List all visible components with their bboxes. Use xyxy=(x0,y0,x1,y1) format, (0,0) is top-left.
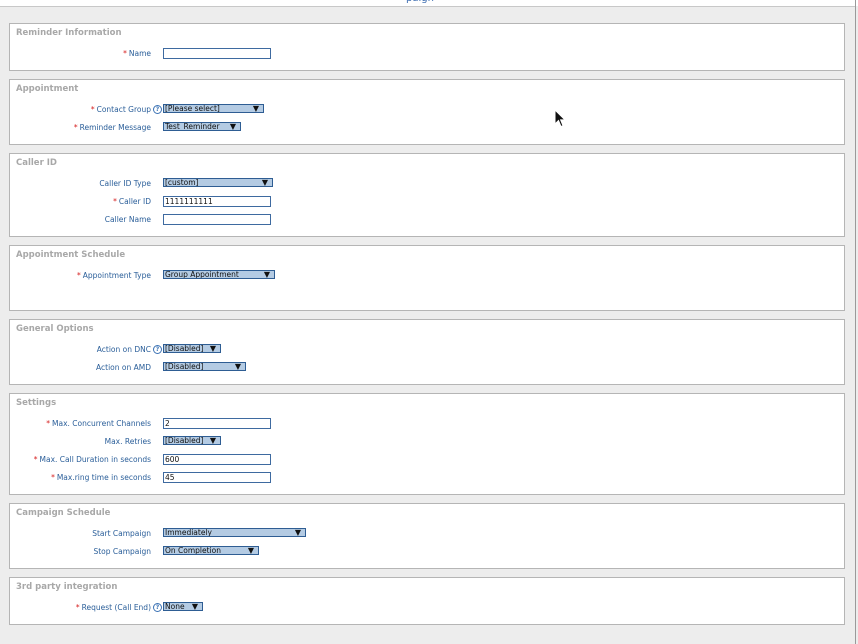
row-name: * Name xyxy=(10,48,844,60)
section-appointment: Appointment * Contact Group ? [Please sel… xyxy=(9,79,845,145)
max-channels-input[interactable]: 2 xyxy=(163,418,271,429)
required-marker: * xyxy=(123,49,127,58)
section-legend: Caller ID xyxy=(16,158,57,168)
action-amd-label: Action on AMD xyxy=(96,363,151,372)
row-max-channels: * Max. Concurrent Channels 2 xyxy=(10,418,844,430)
row-max-retries: Max. Retries [Disabled] ▼ xyxy=(10,436,844,448)
dropdown-arrow-icon: ▼ xyxy=(191,602,198,611)
section-legend: 3rd party integration xyxy=(16,582,118,592)
caller-name-label: Caller Name xyxy=(104,215,151,224)
action-dnc-select[interactable]: [Disabled] ▼ xyxy=(163,344,221,353)
section-legend: Appointment Schedule xyxy=(16,250,126,260)
max-ring-input[interactable]: 45 xyxy=(163,472,271,483)
dropdown-arrow-icon: ▼ xyxy=(209,344,216,353)
dropdown-arrow-icon: ▼ xyxy=(247,546,254,555)
max-retries-label: Max. Retries xyxy=(104,437,151,446)
required-marker: * xyxy=(73,123,78,132)
row-appointment-type: * Appointment Type Group Appointment ▼ xyxy=(10,270,844,282)
help-icon[interactable]: ? xyxy=(153,345,162,354)
section-third-party-integration: 3rd party integration * Request (Call End… xyxy=(9,577,845,625)
row-action-amd: Action on AMD [Disabled] ▼ xyxy=(10,362,844,374)
row-max-duration: * Max. Call Duration in seconds 600 xyxy=(10,454,844,466)
section-caller-id: Caller ID Caller ID Type [custom] ▼ * Call… xyxy=(9,153,845,237)
top-bar-link[interactable]: paign xyxy=(406,0,434,4)
stop-campaign-label: Stop Campaign xyxy=(93,547,151,556)
max-duration-input[interactable]: 600 xyxy=(163,454,271,465)
required-marker: * xyxy=(75,603,80,612)
dropdown-arrow-icon: ▼ xyxy=(229,122,236,131)
max-channels-label: * Max. Concurrent Channels xyxy=(46,419,151,428)
appointment-type-label: * Appointment Type xyxy=(77,271,151,280)
row-action-dnc: Action on DNC ? [Disabled] ▼ xyxy=(10,344,844,356)
caller-id-type-label: Caller ID Type xyxy=(99,179,151,188)
start-campaign-select[interactable]: Immediately ▼ xyxy=(163,528,306,537)
required-marker: * xyxy=(113,197,117,206)
reminder-message-label: * Reminder Message xyxy=(73,123,151,132)
section-settings: Settings * Max. Concurrent Channels 2 Max… xyxy=(9,393,845,495)
scrollbar-edge xyxy=(855,0,856,644)
dropdown-arrow-icon: ▼ xyxy=(261,178,268,187)
request-call-end-select[interactable]: None ▼ xyxy=(163,602,203,611)
caller-name-input[interactable] xyxy=(163,214,271,225)
required-marker: * xyxy=(51,473,55,482)
dropdown-arrow-icon: ▼ xyxy=(252,104,259,113)
reminder-message-select[interactable]: Test_Reminder ▼ xyxy=(163,122,241,131)
section-legend: Campaign Schedule xyxy=(16,508,111,518)
name-input[interactable] xyxy=(163,48,271,59)
dropdown-arrow-icon: ▼ xyxy=(234,362,241,371)
required-marker: * xyxy=(46,419,50,428)
section-legend: General Options xyxy=(16,324,94,334)
row-caller-id-type: Caller ID Type [custom] ▼ xyxy=(10,178,844,190)
max-ring-label: * Max.ring time in seconds xyxy=(51,473,151,482)
row-caller-name: Caller Name xyxy=(10,214,844,226)
row-request-call-end: * Request (Call End) ? None ▼ xyxy=(10,602,844,614)
help-icon[interactable]: ? xyxy=(153,105,162,114)
action-amd-select[interactable]: [Disabled] ▼ xyxy=(163,362,246,371)
appointment-type-select[interactable]: Group Appointment ▼ xyxy=(163,270,275,279)
mouse-cursor-icon xyxy=(554,109,566,128)
contact-group-select[interactable]: [Please select] ▼ xyxy=(163,104,264,113)
start-campaign-label: Start Campaign xyxy=(92,529,151,538)
action-dnc-label: Action on DNC xyxy=(96,345,151,354)
required-marker: * xyxy=(77,271,81,280)
help-icon[interactable]: ? xyxy=(153,603,162,612)
row-max-ring: * Max.ring time in seconds 45 xyxy=(10,472,844,484)
section-appointment-schedule: Appointment Schedule * Appointment Type G… xyxy=(9,245,845,311)
stop-campaign-select[interactable]: On Completion ▼ xyxy=(163,546,259,555)
section-legend: Settings xyxy=(16,398,57,408)
section-legend: Appointment xyxy=(16,84,79,94)
max-duration-label: * Max. Call Duration in seconds xyxy=(33,455,151,464)
required-marker: * xyxy=(90,105,95,114)
row-reminder-message: * Reminder Message Test_Reminder ▼ xyxy=(10,122,844,134)
caller-id-input[interactable]: 1111111111 xyxy=(163,196,271,207)
caller-id-label: * Caller ID xyxy=(113,197,151,206)
required-marker: * xyxy=(33,455,38,464)
row-contact-group: * Contact Group ? [Please select] ▼ xyxy=(10,104,844,116)
row-start-campaign: Start Campaign Immediately ▼ xyxy=(10,528,844,540)
request-call-end-label: * Request (Call End) xyxy=(75,603,151,612)
row-caller-id: * Caller ID 1111111111 xyxy=(10,196,844,208)
section-reminder-information: Reminder Information * Name xyxy=(9,23,845,71)
caller-id-type-select[interactable]: [custom] ▼ xyxy=(163,178,273,187)
row-stop-campaign: Stop Campaign On Completion ▼ xyxy=(10,546,844,558)
dropdown-arrow-icon: ▼ xyxy=(294,528,301,537)
contact-group-label: * Contact Group xyxy=(90,105,151,114)
section-legend: Reminder Information xyxy=(16,28,122,38)
section-general-options: General Options Action on DNC ? [Disable… xyxy=(9,319,845,385)
max-retries-select[interactable]: [Disabled] ▼ xyxy=(163,436,221,445)
dropdown-arrow-icon: ▼ xyxy=(263,270,270,279)
name-label: * Name xyxy=(123,49,151,58)
top-divider xyxy=(0,6,856,7)
section-campaign-schedule: Campaign Schedule Start Campaign Immedia… xyxy=(9,503,845,569)
dropdown-arrow-icon: ▼ xyxy=(209,436,216,445)
